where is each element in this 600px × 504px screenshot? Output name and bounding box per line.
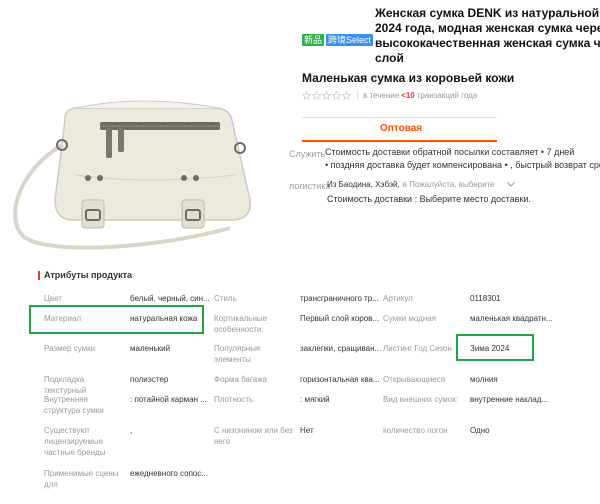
attr-key: Листинг Год Сезон [383,344,452,353]
attr-key: Популярные элементы [214,344,261,364]
attr-key: Плотность [214,395,254,404]
attr-key: Кортикальные особенности: [214,314,268,334]
tab-wholesale-label: Оптовая [380,123,423,134]
destination-hint: в Пожалуйста, выберите [402,180,495,189]
product-image[interactable] [0,50,285,255]
rating-row: в течение <10 транзакций года [302,91,477,100]
highlight-season [456,334,534,361]
attr-value: ежедневного сопос... [130,469,209,478]
product-subtitle: Маленькая сумка из коровьей кожи [302,71,515,85]
transaction-count: <10 [401,91,415,100]
ship-from: Из Баодина, Хэбэй, [327,180,400,189]
attr-key: Стиль [214,294,237,303]
attr-key: Цвет [44,294,62,303]
attr-key: Применимые сцены для [44,469,119,489]
product-title: Женская сумка DENK из натуральной кож 20… [375,6,600,66]
attr-value: заклепки, сращиван... [300,344,382,353]
logistics-label: логистика [289,181,331,191]
attributes-heading-text: Атрибуты продукта [44,270,133,280]
attr-key: Открывающиеся [383,375,446,384]
attr-value: белый, черный, син... [130,294,210,303]
attr-value: : потайной карман ... [130,395,207,404]
attr-value: , [130,426,133,435]
star-icon [332,91,341,100]
star-icon [342,91,351,100]
rating-prefix: в течение [363,91,400,100]
attr-key: Сумки модная [383,314,437,323]
chevron-down-icon[interactable] [506,182,515,187]
attr-value: : мягкий [300,395,330,404]
attr-key: С низонином или без него [214,426,293,446]
attr-value: трансграничного тр... [300,294,379,303]
product-title-line: Женская сумка DENK из натуральной кож [375,6,600,20]
star-icon [302,91,311,100]
attr-key: Подкладка текстурный [44,375,87,395]
select-badge: 跨境Select [326,34,374,46]
product-title-line: высококачественная женская сумка чере [375,36,600,50]
attributes-heading: Атрибуты продукта [38,270,132,280]
attr-value: внутренние наклад... [470,395,549,404]
attr-value: маленький [130,344,171,353]
attr-value: молния [470,375,498,384]
attr-value: 0118301 [470,294,501,303]
heading-accent [38,270,40,280]
new-badge: 新品 [302,34,325,46]
tab-wholesale[interactable]: Оптовая [302,117,497,142]
attr-key: Существуют лицензируемые частные бренды [44,426,106,457]
handbag-illustration [13,100,251,250]
attr-value: Первый слой коров... [300,314,380,323]
attr-key: Артикул [383,294,413,303]
attr-value: Нет [300,426,314,435]
logistics-selector[interactable]: Из Баодина, Хэбэй, в Пожалуйста, выберит… [327,180,515,189]
attr-value: полиэстер [130,375,169,384]
service-text: Стоимость доставки обратной посылки сост… [325,147,575,157]
attr-key: количество погон [383,426,448,435]
product-badges: 新品 跨境Select [302,34,374,46]
attr-value: маленькая квадратн... [470,314,553,323]
star-icon [312,91,321,100]
attr-value: горизонтальная ква... [300,375,380,384]
star-icon [322,91,331,100]
highlight-material [29,305,204,334]
rating-suffix: транзакций года [416,91,478,100]
attr-key: Внутренняя структура сумки [44,395,104,415]
service-text: • поздняя доставка будет компенсирована … [325,160,600,170]
attr-key: Размер сумки [44,344,96,353]
attr-value: Одно [470,426,490,435]
service-label: Служить [289,149,326,159]
shipping-cost: Стоимость доставки : Выберите место дост… [327,194,531,204]
divider [357,91,358,100]
product-title-line: слой [375,51,404,65]
rating-stars [302,91,351,100]
product-title-line: 2024 года, модная женская сумка через п [375,21,600,35]
attr-key: Вид внешних сумок: [383,395,458,404]
attr-key: Форма багажа [214,375,267,384]
